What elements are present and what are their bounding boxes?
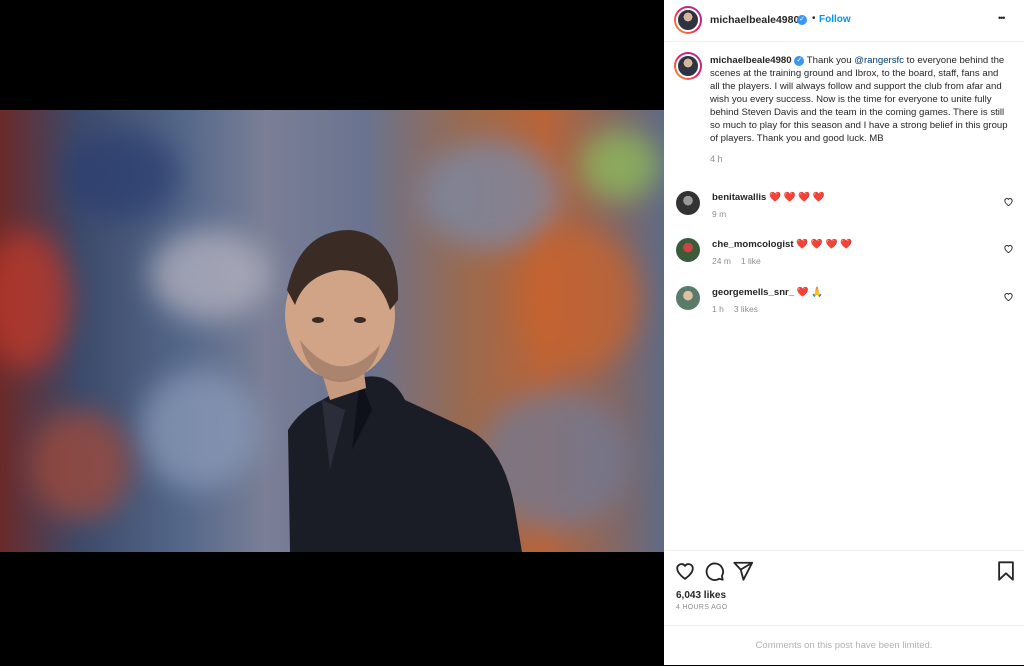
comment-likes[interactable]: 3 likes bbox=[734, 304, 758, 314]
comment-username[interactable]: benitawallis bbox=[712, 192, 766, 203]
post-photo[interactable] bbox=[0, 110, 664, 552]
comment-time[interactable]: 9 m bbox=[712, 209, 726, 219]
caption-username[interactable]: michaelbeale4980 bbox=[710, 55, 792, 66]
comment-item: georgemells_snr_ ❤️ 🙏 1 h 3 likes bbox=[676, 285, 1016, 319]
comment-username[interactable]: che_momcologist bbox=[712, 239, 794, 250]
likes-count[interactable]: 6,043 likes bbox=[676, 590, 726, 601]
caption-text-body: to everyone behind the scenes at the tra… bbox=[710, 55, 1008, 144]
commenter-avatar[interactable] bbox=[676, 191, 700, 215]
comment-icon[interactable] bbox=[703, 560, 725, 582]
commenter-avatar[interactable] bbox=[676, 238, 700, 262]
author-avatar[interactable] bbox=[674, 6, 702, 34]
share-icon[interactable] bbox=[732, 560, 754, 582]
comment-time[interactable]: 24 m bbox=[712, 256, 731, 266]
like-comment-heart-icon[interactable] bbox=[1003, 196, 1014, 207]
comment-time[interactable]: 1 h bbox=[712, 304, 724, 314]
comment-username[interactable]: georgemells_snr_ bbox=[712, 287, 794, 298]
post-media bbox=[0, 0, 664, 665]
action-bar bbox=[664, 550, 1024, 590]
commenter-avatar[interactable] bbox=[676, 286, 700, 310]
more-options-icon[interactable]: ••• bbox=[998, 13, 1006, 23]
caption-text-pre: Thank you bbox=[806, 55, 855, 66]
follow-button[interactable]: Follow bbox=[819, 14, 851, 25]
post-timestamp[interactable]: 4 HOURS AGO bbox=[676, 604, 728, 611]
caption-mention[interactable]: @rangersfc bbox=[854, 55, 904, 66]
comment-text: ❤️ 🙏 bbox=[796, 287, 824, 298]
verified-icon: ✓ bbox=[794, 56, 805, 66]
caption-time[interactable]: 4 h bbox=[710, 153, 1008, 166]
comments-limited-notice: Comments on this post have been limited. bbox=[664, 625, 1024, 665]
author-username[interactable]: michaelbeale4980 bbox=[710, 14, 799, 26]
comment-item: che_momcologist ❤️ ❤️ ❤️ ❤️ 24 m 1 like bbox=[676, 237, 1016, 271]
comment-item: benitawallis ❤️ ❤️ ❤️ ❤️ 9 m bbox=[676, 190, 1016, 224]
person-figure bbox=[285, 230, 522, 552]
like-comment-heart-icon[interactable] bbox=[1003, 291, 1014, 302]
like-comment-heart-icon[interactable] bbox=[1003, 243, 1014, 254]
post-header: michaelbeale4980 ✓ • Follow ••• bbox=[664, 0, 1024, 42]
verified-icon: ✓ bbox=[797, 15, 807, 25]
like-heart-icon[interactable] bbox=[674, 560, 696, 582]
post-panel: michaelbeale4980 ✓ • Follow ••• michaelb… bbox=[664, 0, 1024, 665]
separator-dot: • bbox=[812, 13, 816, 24]
post-caption: michaelbeale4980 ✓ Thank you @rangersfc … bbox=[710, 54, 1008, 166]
comment-likes[interactable]: 1 like bbox=[741, 256, 761, 266]
comment-text: ❤️ ❤️ ❤️ ❤️ bbox=[796, 239, 853, 250]
comment-text: ❤️ ❤️ ❤️ ❤️ bbox=[769, 192, 825, 203]
save-bookmark-icon[interactable] bbox=[995, 560, 1017, 582]
caption-avatar[interactable] bbox=[674, 52, 702, 80]
